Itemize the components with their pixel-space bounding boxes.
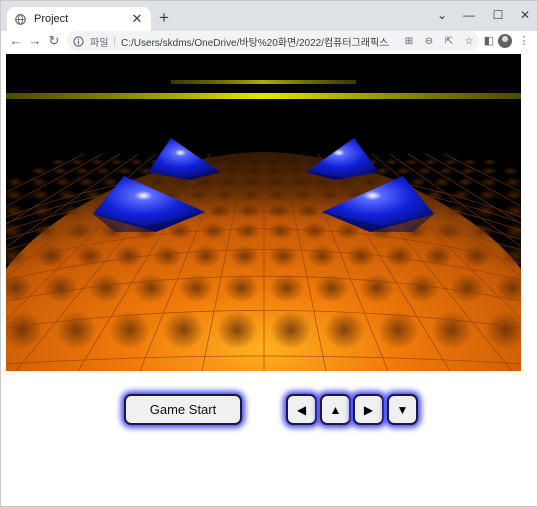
tab-strip: Project ✕ + ⌄ — ☐ ✕ <box>1 1 537 31</box>
game-start-button[interactable]: Game Start <box>124 394 242 425</box>
tab-search-chevron-icon[interactable]: ⌄ <box>431 6 453 24</box>
floor-spot <box>116 167 133 175</box>
right-arrow-button[interactable]: ▶ <box>353 394 384 425</box>
star-icon[interactable]: ☆ <box>459 36 479 47</box>
address-bar[interactable]: 파일 | C:/Users/skdms/OneDrive/바탕%20화면/202… <box>67 31 479 51</box>
light-beam-near <box>6 93 521 99</box>
floor-spot <box>395 167 412 175</box>
tab-title: Project <box>34 13 69 25</box>
address-separator: | <box>113 35 117 47</box>
floor-spot <box>403 158 419 166</box>
forward-button[interactable]: → <box>26 32 44 50</box>
floor-spot <box>502 167 519 175</box>
back-button[interactable]: ← <box>7 32 25 50</box>
floor-spot <box>6 222 25 240</box>
browser-window: Project ✕ + ⌄ — ☐ ✕ ← → ↻ 파일 | C:/Users/… <box>0 0 538 507</box>
browser-toolbar: ← → ↻ 파일 | C:/Users/skdms/OneDrive/바탕%20… <box>1 31 537 53</box>
reload-button[interactable]: ↻ <box>45 32 63 50</box>
floor-spot <box>503 177 521 187</box>
globe-icon <box>15 13 26 25</box>
tab-close-icon[interactable]: ✕ <box>129 11 145 27</box>
side-panel-icon[interactable]: ◧ <box>481 33 497 49</box>
maximize-button[interactable]: ☐ <box>487 6 509 24</box>
scene-svg <box>6 80 521 371</box>
translate-icon[interactable]: ⊞ <box>399 36 419 47</box>
left-arrow-button[interactable]: ◀ <box>286 394 317 425</box>
profile-icon[interactable] <box>498 34 512 48</box>
tab-project[interactable]: Project ✕ <box>7 7 151 31</box>
game-canvas[interactable] <box>6 54 521 371</box>
light-beam-far <box>171 80 356 84</box>
address-url[interactable]: C:/Users/skdms/OneDrive/바탕%20화면/2022/컴퓨터… <box>121 34 389 49</box>
menu-icon[interactable]: ⋮ <box>516 33 532 49</box>
floor-spot <box>6 177 25 187</box>
floor-spot <box>384 158 400 166</box>
close-window-button[interactable]: ✕ <box>514 6 536 24</box>
floor-spot <box>503 222 521 240</box>
address-scheme: 파일 <box>90 37 109 49</box>
up-arrow-button[interactable]: ▲ <box>320 394 351 425</box>
new-tab-button[interactable]: + <box>155 9 173 27</box>
floor-spot <box>128 158 144 166</box>
site-info-icon[interactable] <box>73 35 84 47</box>
down-arrow-button[interactable]: ▼ <box>387 394 418 425</box>
share-icon[interactable]: ⇱ <box>439 36 459 47</box>
minimize-button[interactable]: — <box>458 6 480 24</box>
floor-spot <box>109 158 125 166</box>
floor-spot <box>482 158 498 166</box>
zoom-icon[interactable]: ⊖ <box>419 36 439 47</box>
